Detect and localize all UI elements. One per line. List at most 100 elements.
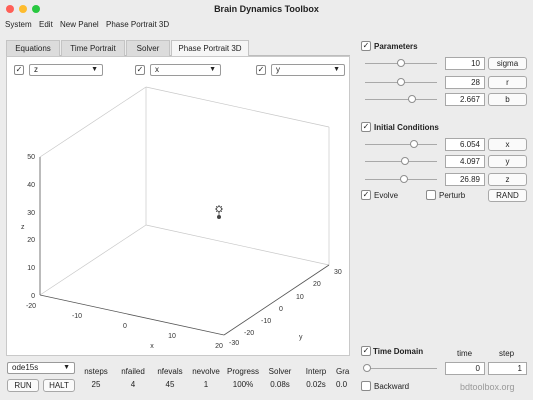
- interp-value: 0.02s: [306, 380, 326, 389]
- x-tick-label: 10: [168, 333, 176, 340]
- x-initial-slider[interactable]: [365, 140, 437, 148]
- r-slider-knob[interactable]: [397, 78, 405, 86]
- plot-axes: [39, 157, 330, 336]
- solver-time-header: Solver: [268, 367, 292, 376]
- time-domain-checkbox[interactable]: ✓: [361, 346, 371, 356]
- phase-portrait-3d-plot[interactable]: 0 10 20 30 40 50 z -20 -10 0 10 20 x -30…: [7, 57, 351, 357]
- nsteps-header: nsteps: [84, 367, 108, 376]
- menu-bar: System Edit New Panel Phase Portrait 3D: [0, 18, 533, 32]
- x-initial-value-field[interactable]: 6.054: [445, 138, 485, 151]
- tab-time-portrait[interactable]: Time Portrait: [61, 40, 125, 56]
- time-slider-knob[interactable]: [363, 364, 371, 372]
- parameters-checkbox[interactable]: ✓: [361, 41, 371, 51]
- nfevals-value: 45: [165, 380, 175, 389]
- b-slider[interactable]: [365, 95, 437, 103]
- evolve-label: Evolve: [374, 191, 399, 200]
- evolve-checkbox[interactable]: ✓: [361, 190, 371, 200]
- menu-phase-portrait-3d[interactable]: Phase Portrait 3D: [106, 20, 169, 29]
- x-tick-label: 20: [215, 343, 223, 350]
- tab-phase-portrait-3d[interactable]: Phase Portrait 3D: [171, 40, 249, 56]
- y-tick-label: 30: [334, 269, 342, 276]
- y-tick-label: 0: [279, 306, 283, 313]
- b-slider-knob[interactable]: [408, 95, 416, 103]
- z-tick-label: 50: [27, 154, 35, 161]
- sigma-button[interactable]: sigma: [488, 57, 527, 70]
- sigma-slider[interactable]: [365, 59, 437, 67]
- y-tick-label: 20: [313, 281, 321, 288]
- x-tick-label: -10: [72, 313, 82, 320]
- y-initial-slider[interactable]: [365, 157, 437, 165]
- x-initial-slider-knob[interactable]: [410, 140, 418, 148]
- x-axis-label: x: [150, 343, 154, 350]
- menu-new-panel[interactable]: New Panel: [60, 20, 99, 29]
- nevolve-header: nevolve: [192, 367, 220, 376]
- x-tick-label: 0: [123, 323, 127, 330]
- parameters-title: Parameters: [374, 42, 418, 51]
- window-title: Brain Dynamics Toolbox: [214, 4, 319, 14]
- initial-conditions-checkbox[interactable]: ✓: [361, 122, 371, 132]
- trajectory-end-point: [217, 215, 221, 219]
- tab-equations[interactable]: Equations: [6, 40, 60, 56]
- perturb-label: Perturb: [439, 191, 466, 200]
- y-tick-label: -10: [261, 318, 271, 325]
- menu-edit[interactable]: Edit: [39, 20, 53, 29]
- nevolve-value: 1: [203, 380, 209, 389]
- y-axis-label: y: [299, 334, 303, 341]
- y-tick-label: -20: [244, 330, 254, 337]
- step-value-field[interactable]: 1: [488, 362, 527, 375]
- r-value-field[interactable]: 28: [445, 76, 485, 89]
- y-initial-button[interactable]: y: [488, 155, 527, 168]
- time-value-field[interactable]: 0: [445, 362, 485, 375]
- progress-header: Progress: [226, 367, 259, 376]
- x-initial-button[interactable]: x: [488, 138, 527, 151]
- minimize-window-button[interactable]: [19, 5, 27, 13]
- backward-checkbox[interactable]: [361, 381, 371, 391]
- z-initial-slider-knob[interactable]: [400, 175, 408, 183]
- rand-button[interactable]: RAND: [488, 189, 527, 202]
- z-axis-label: z: [21, 224, 25, 231]
- time-header: time: [457, 349, 473, 358]
- z-tick-label: 40: [27, 182, 35, 189]
- sigma-slider-knob[interactable]: [397, 59, 405, 67]
- zoom-window-button[interactable]: [32, 5, 40, 13]
- b-value-field[interactable]: 2.667: [445, 93, 485, 106]
- r-button[interactable]: r: [488, 76, 527, 89]
- initial-conditions-title: Initial Conditions: [374, 123, 439, 132]
- z-initial-button[interactable]: z: [488, 173, 527, 186]
- interp-header: Interp: [305, 367, 327, 376]
- footer-url: bdtoolbox.org: [460, 382, 515, 392]
- nfevals-header: nfevals: [157, 367, 183, 376]
- z-initial-value-field[interactable]: 26.89: [445, 173, 485, 186]
- b-button[interactable]: b: [488, 93, 527, 106]
- solver-time-value: 0.08s: [270, 380, 290, 389]
- y-tick-label: -30: [229, 340, 239, 347]
- perturb-checkbox[interactable]: [426, 190, 436, 200]
- halt-button[interactable]: HALT: [43, 379, 75, 392]
- run-button[interactable]: RUN: [7, 379, 39, 392]
- step-header: step: [499, 349, 515, 358]
- sigma-value-field[interactable]: 10: [445, 57, 485, 70]
- trajectory-marker: [215, 205, 223, 219]
- tab-solver[interactable]: Solver: [126, 40, 170, 56]
- menu-system[interactable]: System: [5, 20, 32, 29]
- y-initial-slider-knob[interactable]: [401, 157, 409, 165]
- close-window-button[interactable]: [6, 5, 14, 13]
- r-slider[interactable]: [365, 78, 437, 86]
- nfailed-header: nfailed: [121, 367, 145, 376]
- x-tick-label: -20: [26, 303, 36, 310]
- z-tick-label: 10: [27, 265, 35, 272]
- chevron-down-icon: ▼: [63, 364, 70, 371]
- z-initial-slider[interactable]: [365, 175, 437, 183]
- backward-label: Backward: [374, 382, 410, 391]
- nsteps-value: 25: [91, 380, 101, 389]
- graphics-time-header: Gra: [336, 367, 350, 376]
- nfailed-value: 4: [130, 380, 136, 389]
- y-initial-value-field[interactable]: 4.097: [445, 155, 485, 168]
- app-window: Brain Dynamics Toolbox System Edit New P…: [0, 0, 533, 400]
- phase-portrait-panel: ✓ z ▼ ✓ x ▼ ✓ y ▼ 0 10 20 30 40 50 z -20…: [6, 56, 350, 356]
- y-tick-label: 10: [296, 294, 304, 301]
- panel-tabs: Equations Time Portrait Solver Phase Por…: [6, 40, 350, 56]
- z-tick-label: 20: [27, 237, 35, 244]
- time-slider[interactable]: [363, 364, 437, 372]
- solver-select[interactable]: ode15s ▼: [7, 362, 75, 374]
